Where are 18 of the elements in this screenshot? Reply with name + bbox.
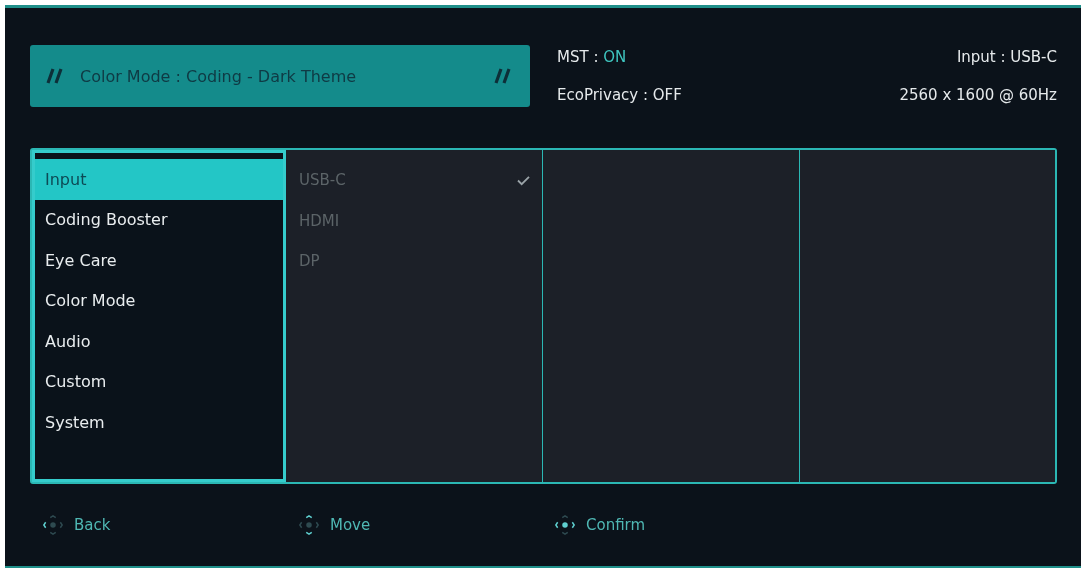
joystick-updown-icon (298, 513, 320, 536)
info-text: 2560 x 1600 @ 60Hz (899, 86, 1057, 104)
menu-item[interactable]: Input (35, 159, 283, 200)
menu-item[interactable]: Eye Care (35, 240, 283, 281)
joystick-left-icon (42, 513, 64, 536)
hint-label: Move (330, 515, 371, 534)
menu-item[interactable]: Custom (35, 361, 283, 402)
menu-item[interactable]: Color Mode (35, 280, 283, 321)
hint-label: Confirm (586, 515, 646, 534)
menu-item[interactable]: System (35, 402, 283, 443)
status-text: EcoPrivacy : OFF (557, 86, 682, 104)
status-text: MST : ON (557, 48, 628, 66)
menu-item[interactable]: Audio (35, 321, 283, 362)
menu-item[interactable]: Coding Booster (35, 199, 283, 240)
info-text: Input : USB-C (956, 48, 1057, 66)
banner-text: Color Mode : Coding - Dark Theme (80, 66, 358, 86)
hint-label: Back (74, 515, 111, 534)
joystick-press-icon (554, 513, 576, 536)
